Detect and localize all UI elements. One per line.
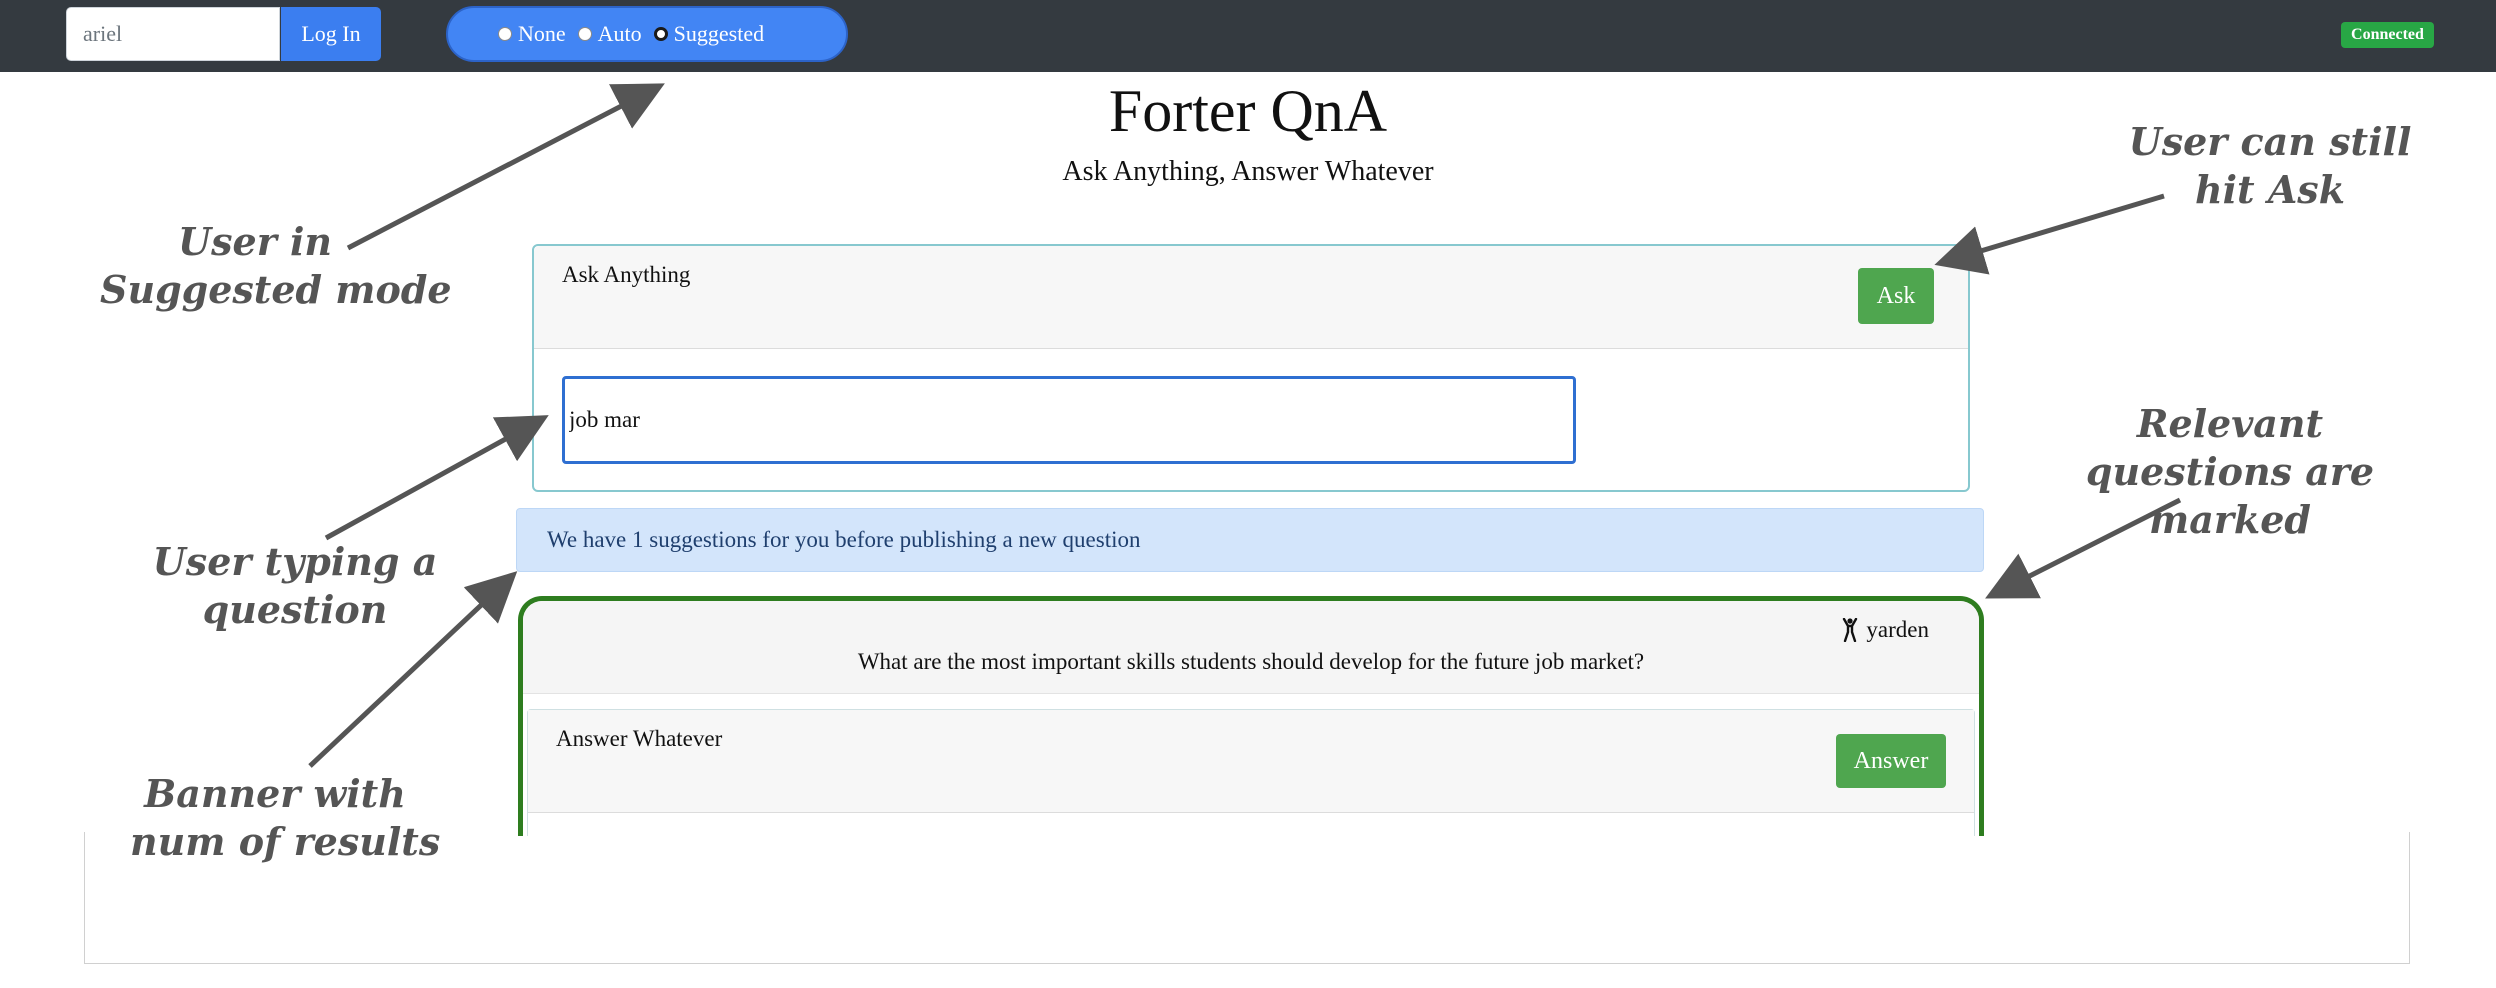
annotation-line: Relevant — [2136, 401, 2324, 446]
annotation-line: num of results — [130, 819, 441, 864]
arrow-typing — [324, 415, 549, 541]
annotation-line: Banner with — [144, 771, 406, 816]
annotation-line: User can still — [2128, 119, 2412, 164]
annotation-typing: User typing a question — [150, 538, 440, 634]
annotation-line: marked — [2149, 497, 2311, 542]
annotation-suggested-mode: User in Suggested mode — [100, 218, 452, 314]
annotation-line: Suggested mode — [100, 267, 452, 312]
annotation-line: question — [202, 587, 388, 632]
annotation-hit-ask: User can still hit Ask — [2120, 118, 2420, 214]
annotation-relevant: Relevant questions are marked — [2080, 400, 2380, 544]
annotation-line: questions are — [2085, 449, 2375, 494]
annotation-line: User typing a — [152, 539, 438, 584]
annotation-line: hit Ask — [2194, 167, 2346, 212]
annotation-line: User in — [177, 219, 333, 264]
annotation-banner: Banner with num of results — [130, 770, 441, 866]
